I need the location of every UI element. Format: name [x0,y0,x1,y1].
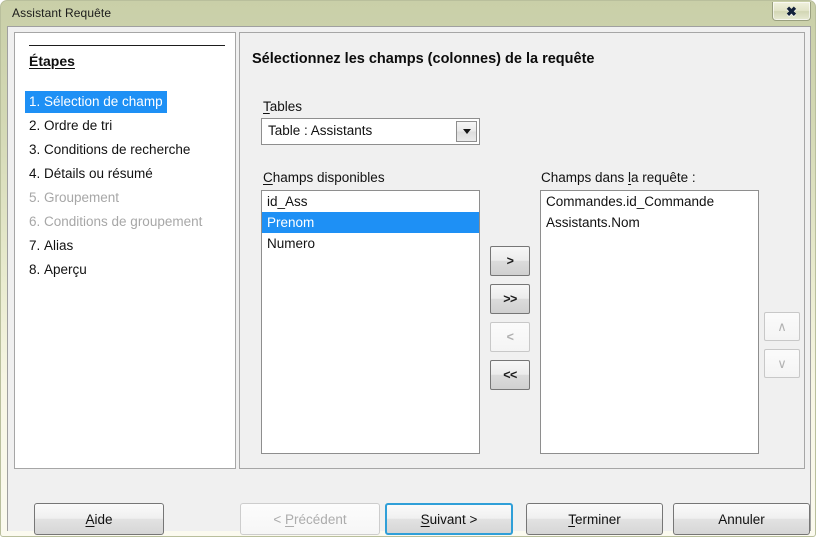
step-label: Conditions de recherche [44,142,191,157]
dialog-window: Assistant Requête ✖ Étapes 1. Sélection d… [0,0,816,537]
steps-pane: Étapes 1. Sélection de champ 2. Ordre de t… [14,32,236,469]
step-number: 4. [29,166,41,181]
tables-label-rest: ables [269,99,303,114]
steps-heading: Étapes [29,53,75,69]
tables-select-value: Table : Assistants [268,123,373,138]
main-pane: Sélectionnez les champs (colonnes) de la… [239,32,805,469]
step-label: Groupement [44,190,120,205]
finish-button-label: Terminer [568,511,621,527]
step-label: Alias [44,238,74,253]
list-item[interactable]: Assistants.Nom [541,212,758,233]
previous-button: < Précédent [240,503,380,535]
step-row: 1. Sélection de champ [25,91,227,115]
step-label: Ordre de tri [44,118,113,133]
chevron-down-icon[interactable] [456,121,477,142]
available-fields-label-rest: hamps disponibles [272,170,385,185]
sidebar-item-apercu[interactable]: 8. Aperçu [25,259,91,281]
finish-button[interactable]: Terminer [526,503,663,535]
next-button[interactable]: Suivant > [385,503,513,535]
step-row: 7. Alias [25,235,227,259]
query-fields-label-rest: a requête : [631,170,696,185]
step-label: Détails ou résumé [44,166,153,181]
sidebar-item-groupement: 5. Groupement [25,187,123,209]
help-button[interactable]: Aide [34,503,164,535]
steps-divider [29,45,225,46]
step-row: 5. Groupement [25,187,227,211]
dialog-button-bar: Aide < Précédent Suivant > Terminer Annu… [8,470,810,535]
list-item[interactable]: Numero [262,233,479,254]
query-fields-label-pre: Champs dans [541,170,629,185]
step-number: 7. [29,238,41,253]
available-fields-label: Champs disponibles [263,170,385,185]
sidebar-item-conditions-de-recherche[interactable]: 3. Conditions de recherche [25,139,194,161]
previous-button-label: < Précédent [273,511,347,527]
step-row: 3. Conditions de recherche [25,139,227,163]
tables-select[interactable]: Table : Assistants [261,118,480,145]
help-button-label: Aide [85,511,113,527]
sidebar-item-selection-de-champ[interactable]: 1. Sélection de champ [25,91,167,113]
step-label: Conditions de groupement [44,214,203,229]
sidebar-item-ordre-de-tri[interactable]: 2. Ordre de tri [25,115,116,137]
step-label: Aperçu [44,262,87,277]
available-fields-label-accel: C [263,170,273,185]
move-all-left-button[interactable]: << [490,360,530,390]
close-button[interactable]: ✖ [772,2,811,21]
close-icon: ✖ [786,3,797,19]
step-number: 3. [29,142,41,157]
step-row: 4. Détails ou résumé [25,163,227,187]
available-fields-list[interactable]: id_Ass Prenom Numero [261,190,480,454]
step-row: 2. Ordre de tri [25,115,227,139]
window-title: Assistant Requête [12,6,112,20]
next-button-label: Suivant > [420,511,478,527]
sidebar-item-alias[interactable]: 7. Alias [25,235,77,257]
query-fields-list[interactable]: Commandes.id_Commande Assistants.Nom [540,190,759,454]
cancel-button[interactable]: Annuler [673,503,810,535]
dialog-client-area: Étapes 1. Sélection de champ 2. Ordre de t… [7,26,811,535]
tables-label-accel: T [263,99,270,114]
title-bar: Assistant Requête ✖ [1,1,815,27]
move-down-button: ∨ [764,349,800,378]
step-row: 6. Conditions de groupement [25,211,227,235]
list-item[interactable]: id_Ass [262,191,479,212]
move-left-button: < [490,322,530,352]
step-number: 2. [29,118,41,133]
step-row: 8. Aperçu [25,259,227,283]
move-all-right-button[interactable]: >> [490,284,530,314]
step-number: 1. [29,94,41,109]
move-up-button: ∧ [764,312,800,341]
sidebar-item-conditions-de-groupement: 6. Conditions de groupement [25,211,206,233]
query-fields-label: Champs dans la requête : [541,170,696,185]
cancel-button-label: Annuler [718,511,765,527]
step-label: Sélection de champ [44,94,163,109]
step-number: 6. [29,214,41,229]
step-number: 8. [29,262,41,277]
step-number: 5. [29,190,41,205]
sidebar-item-details-ou-resume[interactable]: 4. Détails ou résumé [25,163,157,185]
list-item[interactable]: Prenom [262,212,479,233]
list-item[interactable]: Commandes.id_Commande [541,191,758,212]
move-right-button[interactable]: > [490,246,530,276]
page-title: Sélectionnez les champs (colonnes) de la… [252,51,595,67]
tables-label: Tables [263,99,302,114]
steps-list: 1. Sélection de champ 2. Ordre de tri 3. Co… [25,91,227,283]
